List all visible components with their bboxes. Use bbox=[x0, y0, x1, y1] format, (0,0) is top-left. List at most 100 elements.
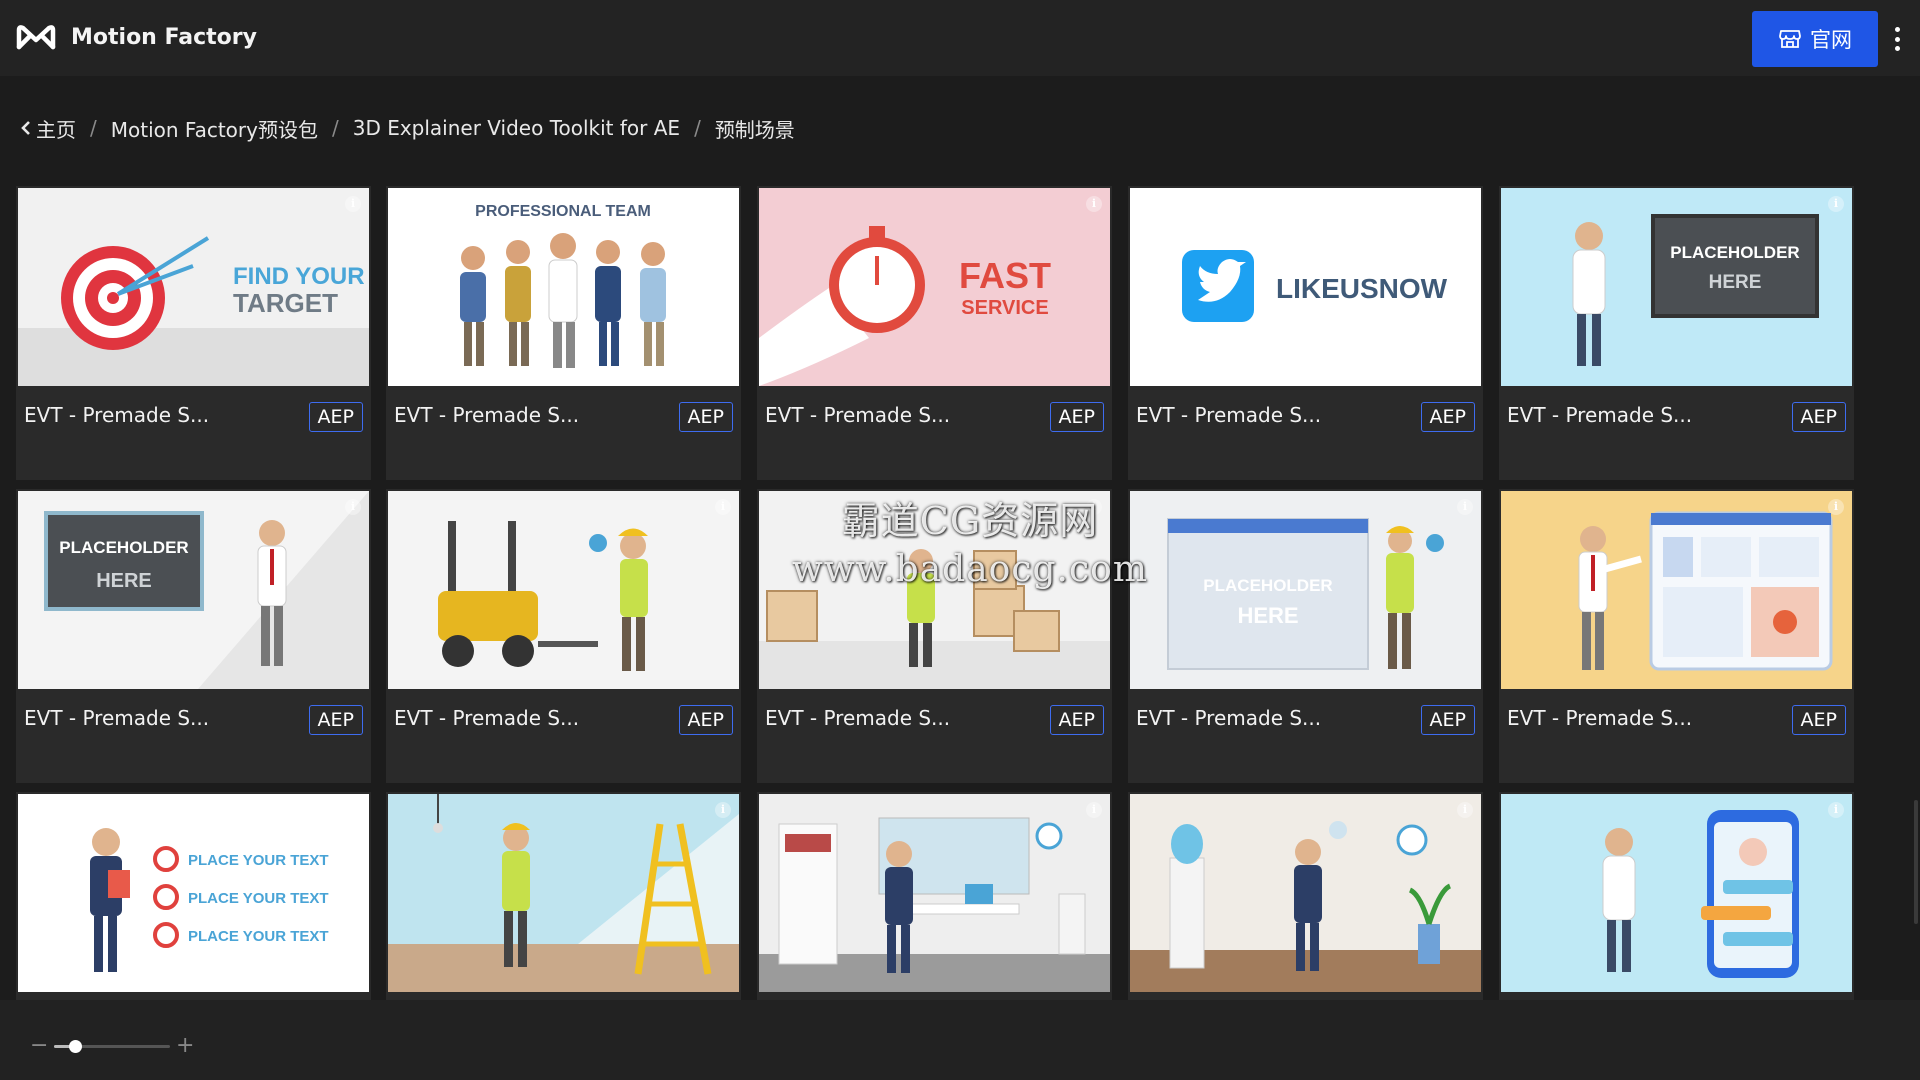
office-scene-image bbox=[759, 794, 1110, 992]
asset-card[interactable]: PLACE YOUR TEXT PLACE YOUR TEXT PLACE YO… bbox=[16, 792, 371, 1002]
info-icon[interactable]: i bbox=[1086, 802, 1102, 818]
thumbnail-office[interactable]: i bbox=[759, 794, 1110, 992]
format-badge: AEP bbox=[308, 705, 363, 735]
top-bar: Motion Factory 官网 bbox=[0, 0, 1920, 76]
asset-name: EVT - Premade S... bbox=[394, 706, 580, 730]
svg-text:PLACE YOUR TEXT: PLACE YOUR TEXT bbox=[188, 928, 329, 945]
asset-card[interactable]: PLACEHOLDER HERE i EVT - Premade S... AE… bbox=[1499, 186, 1854, 480]
asset-name: EVT - Premade S... bbox=[394, 403, 580, 427]
vertical-scrollbar[interactable] bbox=[1914, 800, 1918, 924]
doctor-phone-image bbox=[1501, 794, 1852, 992]
asset-card[interactable]: LIKEUSNOW EVT - Premade S... AEP bbox=[1128, 186, 1483, 480]
zoom-control: − + bbox=[30, 1035, 200, 1057]
svg-text:FIND YOUR: FIND YOUR bbox=[233, 263, 365, 290]
breadcrumb-current: 预制场景 bbox=[714, 117, 795, 142]
svg-text:HERE: HERE bbox=[1709, 272, 1762, 293]
svg-text:HERE: HERE bbox=[1237, 603, 1298, 628]
svg-text:FAST: FAST bbox=[959, 255, 1051, 296]
thumbnail-fast-service[interactable]: FAST SERVICE i bbox=[759, 188, 1110, 386]
official-site-button[interactable]: 官网 bbox=[1752, 11, 1878, 67]
dashboard-presenter-image bbox=[1501, 491, 1852, 689]
motion-factory-logo-icon[interactable] bbox=[16, 22, 56, 52]
svg-text:HERE: HERE bbox=[96, 570, 152, 592]
thumbnail-painter[interactable]: i bbox=[388, 794, 739, 992]
zoom-slider-handle[interactable] bbox=[68, 1040, 82, 1053]
info-icon[interactable]: i bbox=[345, 499, 361, 515]
info-icon[interactable]: i bbox=[1828, 802, 1844, 818]
asset-name: EVT - Premade S... bbox=[765, 403, 951, 427]
zoom-in-icon[interactable]: + bbox=[176, 1035, 196, 1057]
thumbnail-warehouse[interactable]: i bbox=[759, 491, 1110, 689]
thumbnail-doctor-phone[interactable]: i bbox=[1501, 794, 1852, 992]
info-icon[interactable]: i bbox=[1828, 499, 1844, 515]
thumbnail-water-cooler[interactable]: i bbox=[1130, 794, 1481, 992]
asset-name: EVT - Premade S... bbox=[765, 706, 951, 730]
thumbnail-like-us[interactable]: LIKEUSNOW bbox=[1130, 188, 1481, 386]
svg-text:TARGET: TARGET bbox=[233, 288, 338, 318]
asset-card[interactable]: PLACEHOLDER HERE i EVT - Premade S... AE… bbox=[1128, 489, 1483, 783]
svg-text:PLACE YOUR TEXT: PLACE YOUR TEXT bbox=[188, 890, 329, 907]
asset-card[interactable]: i bbox=[1499, 792, 1854, 1002]
svg-text:SERVICE: SERVICE bbox=[961, 297, 1048, 319]
thumbnail-browser-placeholder[interactable]: PLACEHOLDER HERE i bbox=[1130, 491, 1481, 689]
thumbnail-businessman-placeholder[interactable]: PLACEHOLDER HERE i bbox=[18, 491, 369, 689]
svg-text:PROFESSIONAL TEAM: PROFESSIONAL TEAM bbox=[475, 203, 651, 220]
asset-card[interactable]: i bbox=[386, 792, 741, 1002]
thumbnail-checklist[interactable]: PLACE YOUR TEXT PLACE YOUR TEXT PLACE YO… bbox=[18, 794, 369, 992]
breadcrumb-separator: / bbox=[90, 116, 97, 140]
asset-name: EVT - Premade S... bbox=[24, 403, 210, 427]
painter-ladder-image bbox=[388, 794, 739, 992]
breadcrumb-separator: / bbox=[331, 116, 339, 140]
thumbnail-target[interactable]: FIND YOUR TARGET i bbox=[18, 188, 369, 386]
asset-name: EVT - Premade S... bbox=[1136, 403, 1322, 427]
info-icon[interactable]: i bbox=[1828, 196, 1844, 212]
format-badge: AEP bbox=[1420, 705, 1475, 735]
zoom-out-icon[interactable]: − bbox=[30, 1035, 48, 1057]
format-badge: AEP bbox=[1791, 705, 1846, 735]
info-icon[interactable]: i bbox=[1457, 802, 1473, 818]
breadcrumb-toolkit[interactable]: 3D Explainer Video Toolkit for AE bbox=[353, 116, 680, 140]
asset-name: EVT - Premade S... bbox=[1507, 403, 1693, 427]
warehouse-boxes-image bbox=[759, 491, 1110, 689]
info-icon[interactable]: i bbox=[1086, 499, 1102, 515]
team-scene-image: PROFESSIONAL TEAM bbox=[388, 188, 739, 386]
forklift-worker-image bbox=[388, 491, 739, 689]
format-badge: AEP bbox=[1791, 402, 1846, 432]
asset-card[interactable]: i EVT - Premade S... AEP bbox=[1499, 489, 1854, 783]
info-icon[interactable]: i bbox=[345, 196, 361, 212]
format-badge: AEP bbox=[678, 705, 733, 735]
format-badge: AEP bbox=[1049, 705, 1104, 735]
info-icon[interactable]: i bbox=[715, 499, 731, 515]
thumbnail-forklift[interactable]: i bbox=[388, 491, 739, 689]
target-scene-image: FIND YOUR TARGET bbox=[18, 188, 369, 386]
thumbnail-dashboard[interactable]: i bbox=[1501, 491, 1852, 689]
asset-card[interactable]: FAST SERVICE i EVT - Premade S... AEP bbox=[757, 186, 1112, 480]
asset-card[interactable]: i bbox=[757, 792, 1112, 1002]
more-vertical-icon[interactable] bbox=[1888, 24, 1906, 54]
asset-name: EVT - Premade S... bbox=[24, 706, 210, 730]
asset-card[interactable]: PROFESSIONAL TEAM EVT - Premade S... AEP bbox=[386, 186, 741, 480]
asset-card[interactable]: i EVT - Premade S... AEP bbox=[386, 489, 741, 783]
chevron-left-icon[interactable] bbox=[20, 120, 32, 136]
info-icon[interactable]: i bbox=[1457, 499, 1473, 515]
asset-card[interactable]: PLACEHOLDER HERE i EVT - Premade S... AE… bbox=[16, 489, 371, 783]
thumbnail-team[interactable]: PROFESSIONAL TEAM bbox=[388, 188, 739, 386]
format-badge: AEP bbox=[678, 402, 733, 432]
asset-card[interactable]: FIND YOUR TARGET i EVT - Premade S... AE… bbox=[16, 186, 371, 480]
asset-name: EVT - Premade S... bbox=[1136, 706, 1322, 730]
breadcrumb-preset-pack[interactable]: Motion Factory预设包 bbox=[111, 114, 318, 143]
water-cooler-scene-image bbox=[1130, 794, 1481, 992]
app-title: Motion Factory bbox=[71, 25, 257, 50]
asset-card[interactable]: i bbox=[1128, 792, 1483, 1002]
official-site-label: 官网 bbox=[1810, 28, 1852, 52]
asset-card[interactable]: i EVT - Premade S... AEP bbox=[757, 489, 1112, 783]
info-icon[interactable]: i bbox=[1086, 196, 1102, 212]
browser-worker-image: PLACEHOLDER HERE bbox=[1130, 491, 1481, 689]
breadcrumb: 主页 / Motion Factory预设包 / 3D Explainer Vi… bbox=[20, 113, 795, 143]
businessman-placeholder-image: PLACEHOLDER HERE bbox=[18, 491, 369, 689]
breadcrumb-separator: / bbox=[694, 116, 701, 140]
thumbnail-doctor-placeholder[interactable]: PLACEHOLDER HERE i bbox=[1501, 188, 1852, 386]
info-icon[interactable]: i bbox=[715, 802, 731, 818]
svg-text:PLACEHOLDER: PLACEHOLDER bbox=[1203, 576, 1332, 595]
breadcrumb-home[interactable]: 主页 bbox=[36, 114, 76, 143]
